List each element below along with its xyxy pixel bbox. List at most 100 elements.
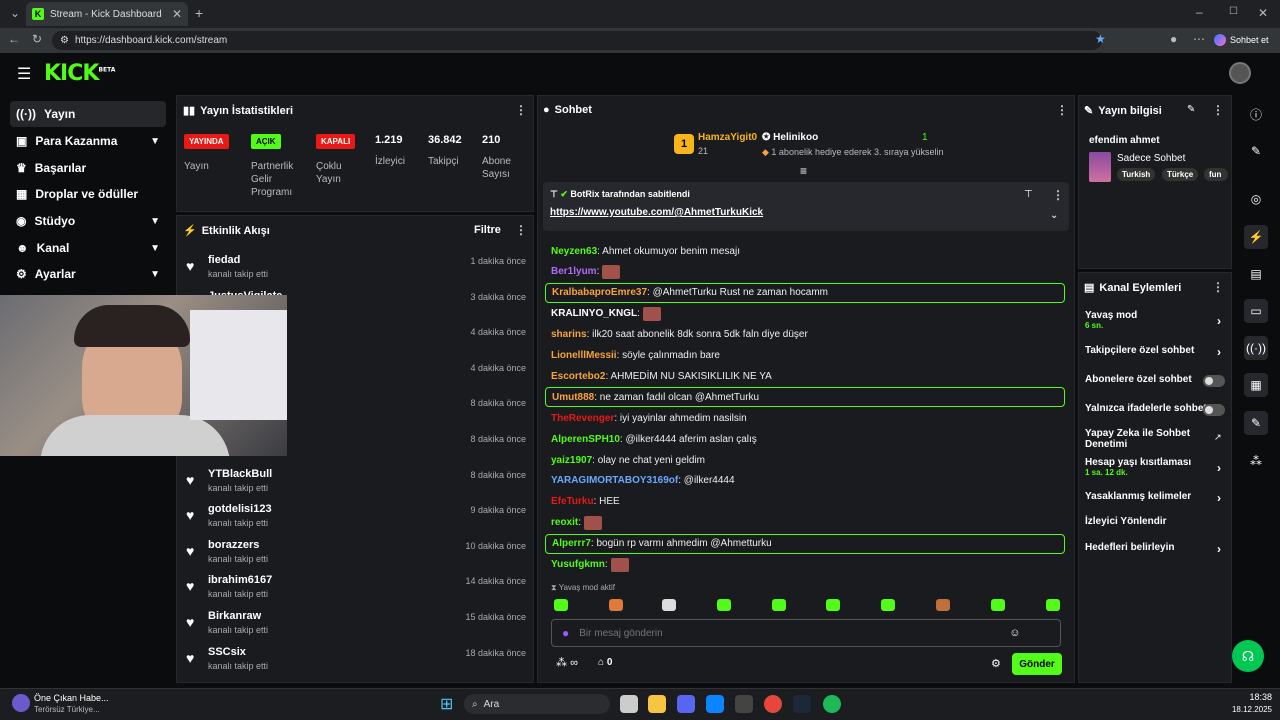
- info-icon[interactable]: ⓘ: [1244, 102, 1268, 126]
- chat-username[interactable]: AlperenSPH10: [551, 434, 620, 445]
- emote-icon[interactable]: [717, 599, 731, 611]
- activity-user[interactable]: borazzers: [208, 539, 259, 551]
- chevron-down-icon[interactable]: ⌄: [1050, 210, 1058, 221]
- broadcast-icon[interactable]: ((·)): [1244, 336, 1268, 360]
- news-sub[interactable]: Terörsüz Türkiye...: [34, 705, 100, 714]
- news-widget-icon[interactable]: [12, 694, 30, 712]
- chat-input[interactable]: ● ☺: [551, 619, 1061, 647]
- copilot-chat-button[interactable]: Sohbet et: [1214, 31, 1276, 49]
- users-icon[interactable]: ⁂: [1244, 449, 1268, 473]
- sidebar-item-studyo[interactable]: ◉ Stüdyo ▼: [10, 208, 166, 234]
- site-info-icon[interactable]: ⚙: [60, 35, 69, 46]
- edge-icon[interactable]: [706, 695, 724, 713]
- activity-user[interactable]: SSCsix: [208, 646, 246, 658]
- emote-icon[interactable]: [936, 599, 950, 611]
- chat-username[interactable]: EfeTurku: [551, 496, 594, 507]
- filter-button[interactable]: Filtre: [474, 224, 501, 236]
- tab-list-icon[interactable]: ⌄: [10, 6, 20, 20]
- action-slow-mode[interactable]: Yavaş mod 6 sn. ›: [1085, 310, 1225, 330]
- tag-pill[interactable]: fun: [1204, 168, 1228, 181]
- chat-username[interactable]: reoxit: [551, 517, 578, 528]
- expand-icon[interactable]: ≡: [800, 164, 807, 178]
- send-button[interactable]: Gönder: [1012, 653, 1062, 675]
- activity-user[interactable]: gotdelisi123: [208, 503, 272, 515]
- emote-icon[interactable]: [881, 599, 895, 611]
- close-tab-icon[interactable]: ✕: [172, 7, 182, 21]
- chat-username[interactable]: KRALINYO_KNGL: [551, 308, 637, 319]
- profile-icon[interactable]: ●: [1170, 32, 1177, 46]
- back-icon[interactable]: ←: [8, 32, 20, 46]
- bolt-icon[interactable]: ⚡: [1244, 225, 1268, 249]
- emote-icon[interactable]: [662, 599, 676, 611]
- chat-username[interactable]: yaiz1907: [551, 455, 592, 466]
- taskbar-search[interactable]: ⌕ Ara: [464, 694, 610, 714]
- favorite-star-icon[interactable]: ★: [1095, 32, 1106, 46]
- chat-username[interactable]: KralbabaproEmre37: [552, 287, 647, 298]
- activity-user[interactable]: fiedad: [208, 254, 240, 266]
- activity-menu-icon[interactable]: ⋮: [515, 223, 527, 237]
- chat-username[interactable]: Escortebo2: [551, 371, 605, 382]
- spotify-icon[interactable]: [823, 695, 841, 713]
- actions-menu-icon[interactable]: ⋮: [1212, 280, 1224, 294]
- activity-user[interactable]: Birkanraw: [208, 610, 261, 622]
- kick-logo[interactable]: KICKBETA: [44, 61, 115, 86]
- edit-icon[interactable]: ✎: [1187, 104, 1195, 115]
- sidebar-item-kanal[interactable]: ☻ Kanal ▼: [10, 235, 166, 261]
- chat-username[interactable]: YARAGIMORTABOY3169of: [551, 475, 678, 486]
- chat-icon[interactable]: ▭: [1244, 299, 1268, 323]
- action-host[interactable]: İzleyici Yönlendir: [1085, 516, 1225, 527]
- list-icon[interactable]: ▦: [1244, 373, 1268, 397]
- camera-icon[interactable]: ◎: [1244, 187, 1268, 211]
- file-explorer-icon[interactable]: [648, 695, 666, 713]
- clock-time[interactable]: 18:38: [1240, 692, 1272, 702]
- info-menu-icon[interactable]: ⋮: [1212, 103, 1224, 117]
- sidebar-item-yayin[interactable]: ((·)) Yayın: [10, 101, 166, 127]
- browser-tab[interactable]: K Stream - Kick Dashboard ✕: [26, 2, 188, 26]
- clock-date[interactable]: 18.12.2025: [1226, 705, 1272, 714]
- emote-icon[interactable]: [554, 599, 568, 611]
- tag-pill[interactable]: Turkish: [1117, 168, 1156, 181]
- emote-icon[interactable]: [1046, 599, 1060, 611]
- emoji-icon[interactable]: ☺: [1009, 627, 1020, 639]
- minimize-icon[interactable]: –: [1196, 5, 1203, 19]
- wrench-icon[interactable]: ✎: [1244, 411, 1268, 435]
- action-banned-words[interactable]: Yasaklanmış kelimeler ›: [1085, 491, 1225, 505]
- maximize-icon[interactable]: ☐: [1229, 6, 1238, 17]
- sidebar-item-ayarlar[interactable]: ⚙ Ayarlar ▼: [10, 261, 166, 287]
- activity-user[interactable]: ibrahim6167: [208, 574, 272, 586]
- emote-icon[interactable]: [609, 599, 623, 611]
- points-display[interactable]: ⁂ ∞: [556, 656, 578, 669]
- action-followers-only[interactable]: Takipçilere özel sohbet ›: [1085, 345, 1225, 359]
- activity-user[interactable]: YTBlackBull: [208, 468, 272, 480]
- sidebar-item-para-kazanma[interactable]: ▣ Para Kazanma ▼: [10, 128, 166, 154]
- unpin-icon[interactable]: ⊤: [1024, 189, 1033, 200]
- chat-username[interactable]: Yusufgkmn: [551, 559, 605, 570]
- chat-username[interactable]: TheRevenger: [551, 413, 614, 424]
- new-tab-icon[interactable]: +: [195, 5, 203, 21]
- refresh-icon[interactable]: ↻: [32, 32, 42, 46]
- more-menu-icon[interactable]: ⋯: [1193, 32, 1205, 46]
- action-subscribers-only[interactable]: Abonelere özel sohbet: [1085, 374, 1225, 387]
- chat-username[interactable]: Umut888: [552, 392, 594, 403]
- subscribers-toggle[interactable]: [1203, 375, 1225, 387]
- chat-settings-icon[interactable]: ⚙: [991, 657, 1001, 670]
- pinned-link[interactable]: https://www.youtube.com/@AhmetTurkuKick: [550, 207, 763, 218]
- store-display[interactable]: ⌂ 0: [598, 657, 612, 668]
- steam-icon[interactable]: [793, 695, 811, 713]
- action-account-age[interactable]: Hesap yaşı kısıtlaması 1 sa. 12 dk. ›: [1085, 457, 1225, 477]
- support-headset-icon[interactable]: ☊: [1232, 640, 1264, 672]
- discord-icon[interactable]: [677, 695, 695, 713]
- emote-only-toggle[interactable]: [1203, 404, 1225, 416]
- url-input[interactable]: ⚙ https://dashboard.kick.com/stream: [52, 31, 1102, 50]
- chat-username[interactable]: Neyzen63: [551, 246, 597, 257]
- user-avatar[interactable]: [1229, 62, 1251, 84]
- message-field[interactable]: [579, 627, 1000, 639]
- emote-icon[interactable]: [991, 599, 1005, 611]
- external-link-icon[interactable]: ↗: [1214, 432, 1222, 443]
- microphone-icon[interactable]: ●: [562, 626, 569, 640]
- chrome-icon[interactable]: [764, 695, 782, 713]
- tag-pill[interactable]: Türkçe: [1162, 168, 1199, 181]
- task-view-icon[interactable]: [620, 695, 638, 713]
- chat-username[interactable]: sharins: [551, 329, 587, 340]
- action-emote-only[interactable]: Yalnızca ifadelerle sohbet: [1085, 403, 1225, 416]
